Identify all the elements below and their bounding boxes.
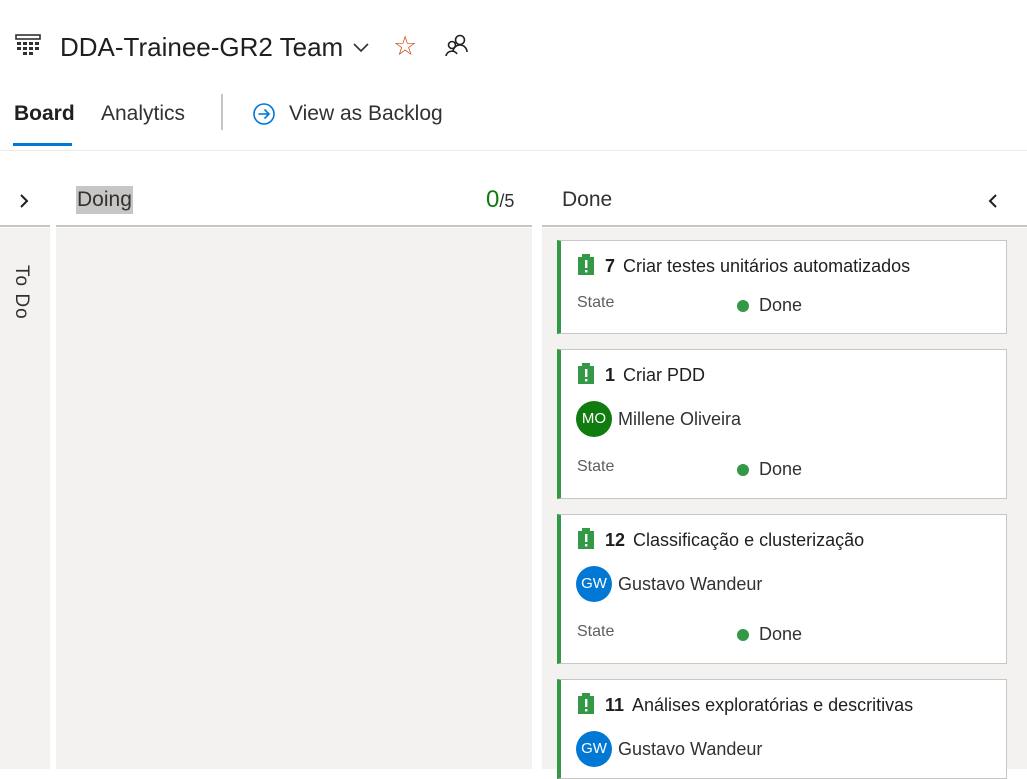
tab-analytics[interactable]: Analytics [101, 100, 185, 128]
assignee-name[interactable]: Gustavo Wandeur [618, 572, 762, 596]
avatar: MO [576, 401, 612, 437]
doing-column-title[interactable]: Doing [76, 186, 133, 214]
state-label: State [577, 623, 615, 640]
backlog-item-icon [578, 528, 594, 549]
view-as-backlog-link[interactable]: View as Backlog [289, 100, 443, 128]
card-id: 11 [605, 695, 625, 715]
card-title-text: Análises exploratórias e descritivas [632, 695, 914, 715]
done-column-header [542, 185, 1027, 227]
state-indicator-dot [737, 464, 749, 476]
wip-limit: /5 [499, 191, 515, 211]
state-indicator-dot [737, 629, 749, 641]
state-label: State [577, 294, 615, 311]
backlog-item-icon [578, 363, 594, 384]
card-title[interactable]: 7 Criar testes unitários automatizados [605, 254, 910, 278]
card-id: 7 [605, 256, 616, 276]
tab-selected-indicator [13, 143, 72, 146]
state-indicator-dot [737, 300, 749, 312]
avatar: GW [576, 566, 612, 602]
header-divider [221, 94, 223, 130]
state-value[interactable]: Done [759, 622, 802, 646]
arrow-circle-right-icon[interactable] [252, 102, 276, 126]
card-title[interactable]: 11 Análises exploratórias e descritivas [605, 693, 913, 717]
board-grid-icon [15, 34, 41, 55]
backlog-item-icon [578, 693, 594, 714]
chevron-down-icon[interactable] [351, 37, 371, 57]
assignee-name[interactable]: Gustavo Wandeur [618, 737, 762, 761]
team-name[interactable]: DDA-Trainee-GR2 Team [60, 30, 343, 64]
tab-board[interactable]: Board [14, 100, 75, 128]
state-label: State [577, 458, 615, 475]
state-value[interactable]: Done [759, 293, 802, 317]
avatar: GW [576, 731, 612, 767]
wip-limit-counter: 0/5 [486, 185, 514, 218]
star-icon[interactable]: ☆ [393, 29, 417, 63]
chevron-left-icon[interactable] [982, 190, 1004, 212]
work-item-card[interactable]: 1 Criar PDD MO Millene Oliveira State Don… [557, 349, 1007, 499]
card-title-text: Criar PDD [623, 365, 706, 385]
work-item-card[interactable]: 12 Classificação e clusterização GW Gusta… [557, 514, 1007, 664]
card-title-text: Classificação e clusterização [633, 530, 865, 550]
board-header: DDA-Trainee-GR2 Team ☆ Board Analytics V… [0, 0, 1027, 151]
work-item-card[interactable]: 11 Análises exploratórias e descritivas G… [557, 679, 1007, 779]
backlog-item-icon [578, 254, 594, 275]
people-icon[interactable] [443, 32, 471, 60]
card-id: 12 [605, 530, 626, 550]
chevron-right-icon[interactable] [13, 190, 35, 212]
assignee-name[interactable]: Millene Oliveira [618, 407, 741, 431]
card-id: 1 [605, 365, 616, 385]
todo-column-label: To Do [11, 265, 32, 320]
work-item-card[interactable]: 7 Criar testes unitários automatizados St… [557, 240, 1007, 334]
doing-column[interactable] [56, 228, 532, 769]
card-title[interactable]: 1 Criar PDD [605, 363, 705, 387]
wip-current: 0 [486, 186, 500, 213]
state-value[interactable]: Done [759, 457, 802, 481]
card-title[interactable]: 12 Classificação e clusterização [605, 528, 864, 552]
card-title-text: Criar testes unitários automatizados [623, 256, 911, 276]
done-column-title: Done [562, 188, 613, 211]
